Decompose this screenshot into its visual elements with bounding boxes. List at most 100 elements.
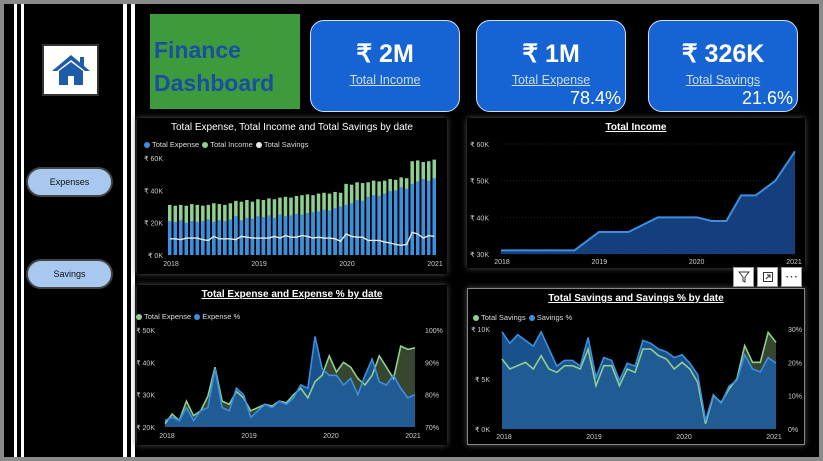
sidebar-stripe [14, 4, 17, 457]
expense-bar [294, 213, 299, 255]
chart-expense-income-savings[interactable]: Total Expense, Total Income and Total Sa… [137, 118, 447, 274]
expense-bar [322, 209, 326, 255]
expense-bar [333, 208, 337, 255]
x-tick-label: 2020 [689, 259, 705, 266]
expense-bar [415, 181, 420, 255]
y-tick-label: ₹ 40K [144, 187, 163, 195]
combo-bar-chart: ₹ 0K ₹ 20K ₹ 40K ₹ 60K 2018 2019 2020 2021 [144, 155, 443, 268]
kpi-label: Total Savings [685, 73, 761, 87]
expense-area-chart: ₹ 20K ₹ 30K ₹ 40K ₹ 50K 70% 80% 90% 100% 2018 201… [137, 327, 443, 440]
y-tick-label: ₹ 30K [470, 251, 489, 259]
x-tick-label: 2020 [323, 433, 339, 440]
y-tick-label: 20% [788, 360, 802, 367]
expense-bar [349, 203, 354, 255]
y-tick-label: ₹ 20K [144, 220, 163, 228]
x-tick-label: 2020 [339, 261, 355, 268]
income-area [501, 151, 795, 254]
y-tick-label: ₹ 0K [475, 426, 490, 434]
kpi-value: ₹ 326K [681, 40, 765, 68]
expense-bar [256, 216, 260, 255]
expense-bar [261, 217, 266, 255]
expense-bar [360, 200, 365, 255]
kpi-card-total-expense[interactable]: ₹ 1M Total Expense 78.4% [476, 20, 626, 112]
y-tick-label: ₹ 0K [148, 252, 163, 260]
kpi-percent: 78.4% [569, 88, 621, 108]
dashboard-title: Finance Dashboard [150, 14, 300, 109]
y-tick-label: ₹ 30K [137, 392, 155, 400]
filter-icon[interactable] [733, 267, 754, 287]
y-tick-label: 0% [788, 427, 798, 434]
expense-bar [371, 195, 376, 255]
expense-bar [327, 210, 332, 255]
kpi-card-total-savings[interactable]: ₹ 326K Total Savings 21.6% [648, 20, 798, 112]
expense-bar [212, 221, 216, 255]
kpi-value: ₹ 1M [522, 40, 580, 68]
expense-bar [201, 221, 205, 255]
expense-bar [278, 214, 282, 255]
y-tick-label: ₹ 10K [471, 326, 490, 334]
expense-bar [377, 195, 381, 255]
expense-bar [179, 220, 183, 255]
chart-expense-and-expense-pct[interactable]: Total Expense and Expense % by date Tota… [136, 285, 447, 445]
x-tick-label: 2021 [427, 261, 443, 268]
sidebar-stripe [123, 4, 127, 457]
home-icon [51, 55, 90, 85]
chart-savings-and-savings-pct[interactable]: Total Savings and Savings % by date Tota… [467, 288, 805, 445]
kpi-card-total-income[interactable]: ₹ 2M Total Income [310, 20, 460, 112]
y-tick-label: ₹ 40K [137, 359, 155, 367]
expense-bar [300, 214, 304, 255]
home-button[interactable] [42, 44, 99, 96]
x-tick-label: 2019 [241, 433, 257, 440]
expense-bar [228, 219, 233, 255]
expense-bar [366, 196, 370, 255]
y-tick-label: ₹ 50K [137, 327, 155, 335]
x-tick-label: 2019 [592, 259, 608, 266]
y-tick-label: ₹ 60K [470, 141, 489, 149]
kpi-percent: 21.6% [741, 88, 793, 108]
x-tick-label: 2021 [786, 259, 802, 266]
expense-bar [344, 204, 348, 255]
kpi-value: ₹ 2M [356, 40, 414, 68]
expense-bar [410, 183, 414, 255]
y-tick-label: ₹ 60K [144, 155, 163, 163]
expense-bar [206, 219, 211, 255]
y-tick-label: ₹ 40K [470, 214, 489, 222]
y-tick-label: ₹ 50K [470, 178, 489, 186]
y-tick-label: ₹ 5K [475, 376, 490, 384]
expense-bar [234, 216, 238, 255]
expense-bar [426, 180, 431, 255]
y-tick-label: 100% [425, 328, 443, 335]
y-tick-label: 10% [788, 394, 802, 401]
expense-bar [250, 218, 255, 255]
more-options-icon[interactable]: ⋯ [781, 267, 802, 287]
savings-nav-button[interactable]: Savings [26, 259, 113, 289]
percent-area [165, 336, 415, 427]
focus-mode-icon[interactable] [757, 267, 778, 287]
y-tick-label: 30% [788, 327, 802, 334]
sidebar-stripe [21, 4, 24, 457]
x-tick-label: 2021 [766, 434, 782, 441]
visual-header-toolbar: ⋯ [733, 267, 802, 287]
chart-total-income[interactable]: Total Income ₹ 30K ₹ 40K ₹ 50K ₹ 60K 2018 201… [467, 118, 805, 268]
savings-area-chart: ₹ 0K ₹ 5K ₹ 10K 0% 10% 20% 30% 2018 2019 2020 2021 [471, 326, 802, 441]
x-tick-label: 2020 [676, 434, 692, 441]
expense-bar [421, 179, 425, 255]
expense-bar [388, 191, 392, 255]
expense-bar [316, 211, 321, 255]
expense-bar [311, 212, 315, 255]
x-tick-label: 2018 [496, 434, 512, 441]
y-tick-label: ₹ 20K [137, 424, 155, 432]
x-tick-label: 2019 [251, 261, 267, 268]
expense-bar [355, 200, 359, 255]
expense-bar [432, 178, 436, 255]
x-tick-label: 2018 [163, 261, 179, 268]
y-tick-label: 70% [425, 425, 439, 432]
expense-bar [289, 215, 293, 255]
expense-bar [168, 221, 172, 255]
expenses-nav-button[interactable]: Expenses [26, 167, 113, 197]
expense-bar [338, 206, 343, 255]
y-tick-label: 80% [425, 393, 439, 400]
kpi-label: Total Income [349, 73, 421, 87]
income-area-chart: ₹ 30K ₹ 40K ₹ 50K ₹ 60K 2018 2019 2020 2021 [470, 141, 802, 266]
expense-bar [382, 193, 387, 255]
